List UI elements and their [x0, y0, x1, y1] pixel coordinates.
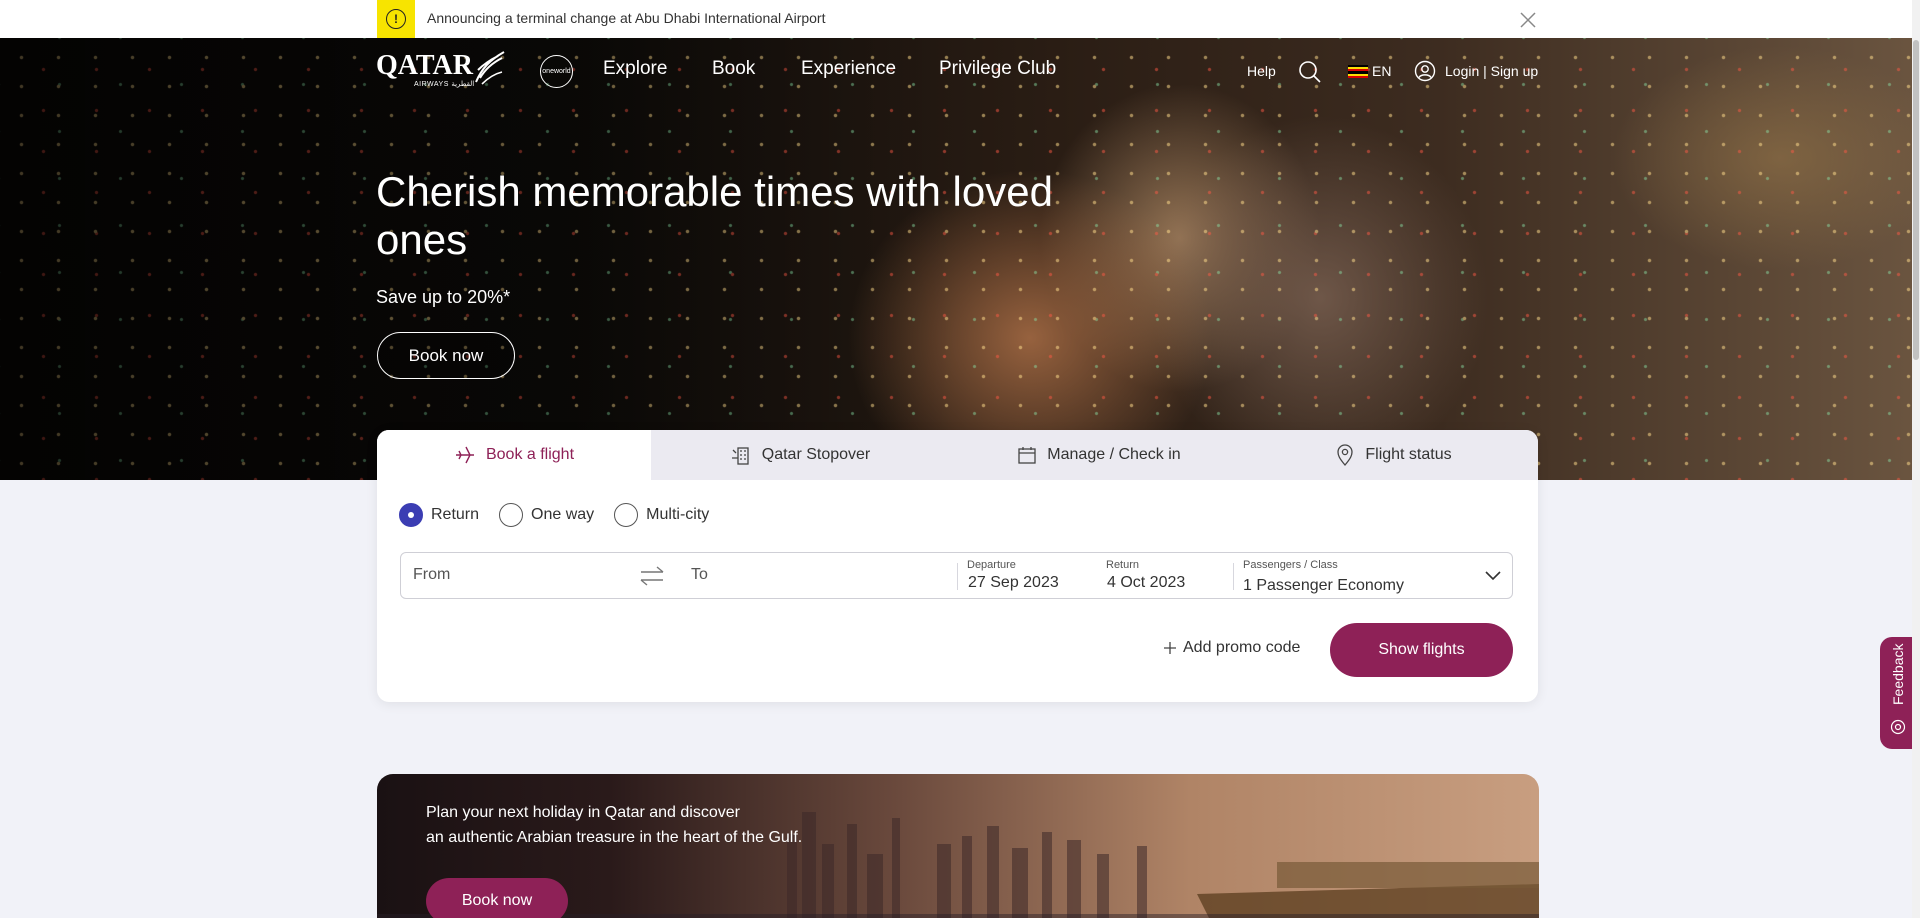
flight-search-box: From To Departure 27 Sep 2023 Return 4 O…	[400, 552, 1513, 599]
nav-book[interactable]: Book	[712, 58, 755, 80]
radio-one-way[interactable]: One way	[499, 503, 594, 527]
oryx-logo-icon	[475, 51, 505, 85]
scrollbar-thumb[interactable]	[1913, 40, 1919, 360]
departure-label: Departure	[967, 559, 1016, 571]
radio-multi-city[interactable]: Multi-city	[614, 503, 709, 527]
banner-book-now-button[interactable]: Book now	[426, 878, 568, 918]
close-icon[interactable]	[1518, 10, 1538, 30]
to-input[interactable]: To	[691, 566, 708, 584]
hero-title: Cherish memorable times with loved ones	[376, 168, 1053, 263]
calendar-icon	[1018, 447, 1036, 464]
feedback-icon	[1890, 719, 1906, 735]
hotel-icon	[731, 447, 749, 465]
return-label: Return	[1106, 559, 1140, 571]
location-pin-icon	[1337, 444, 1354, 466]
user-icon[interactable]	[1414, 60, 1436, 82]
chevron-down-icon[interactable]	[1484, 566, 1502, 584]
passengers-class-value[interactable]: 1 Passenger Economy	[1243, 577, 1404, 595]
tab-qatar-stopover[interactable]: Qatar Stopover	[651, 430, 949, 480]
swap-icon[interactable]	[639, 564, 665, 588]
feedback-tab[interactable]: Feedback	[1880, 637, 1916, 749]
uganda-flag-icon[interactable]	[1348, 65, 1368, 78]
alert-text[interactable]: Announcing a terminal change at Abu Dhab…	[427, 10, 826, 26]
tab-manage-check-in[interactable]: Manage / Check in	[949, 430, 1249, 480]
passengers-label: Passengers / Class	[1243, 559, 1338, 571]
nav-explore[interactable]: Explore	[603, 58, 667, 80]
tab-flight-status[interactable]: Flight status	[1249, 430, 1538, 480]
feedback-label: Feedback	[1890, 643, 1906, 705]
trip-type-group: Return One way Multi-city	[399, 503, 709, 527]
oneworld-logo[interactable]: oneworld	[540, 55, 573, 88]
banner-text: Plan your next holiday in Qatar and disc…	[426, 804, 803, 846]
tab-book-a-flight[interactable]: Book a flight	[377, 430, 651, 480]
booking-widget: Book a flight Qatar Stopover Manage / Ch…	[377, 430, 1538, 702]
from-input[interactable]: From	[413, 566, 450, 584]
departure-date[interactable]: 27 Sep 2023	[968, 574, 1059, 592]
return-date[interactable]: 4 Oct 2023	[1107, 574, 1185, 592]
plane-icon	[455, 446, 474, 464]
hero-book-now-button[interactable]: Book now	[377, 332, 515, 379]
nav-privilege-club[interactable]: Privilege Club	[939, 58, 1056, 80]
warning-icon: !	[386, 9, 406, 29]
booking-tabs: Book a flight Qatar Stopover Manage / Ch…	[377, 430, 1538, 480]
qatar-airways-logo[interactable]: QATAR AIRWAYS القطرية	[376, 51, 505, 88]
nav-experience[interactable]: Experience	[801, 58, 896, 80]
hero-banner: QATAR AIRWAYS القطرية oneworld Explore B…	[0, 38, 1920, 480]
qatar-holiday-banner: Plan your next holiday in Qatar and disc…	[377, 774, 1539, 918]
search-icon[interactable]	[1298, 60, 1322, 84]
alert-bar: ! Announcing a terminal change at Abu Dh…	[0, 0, 1920, 38]
login-signup-link[interactable]: Login | Sign up	[1445, 63, 1538, 79]
plus-icon	[1164, 642, 1176, 654]
hero-subtitle: Save up to 20%*	[376, 287, 511, 307]
alert-icon-box: !	[377, 0, 415, 38]
add-promo-code-link[interactable]: Add promo code	[1163, 639, 1300, 657]
language-selector[interactable]: EN	[1372, 63, 1391, 79]
help-link[interactable]: Help	[1247, 63, 1276, 79]
radio-return[interactable]: Return	[399, 503, 479, 527]
show-flights-button[interactable]: Show flights	[1330, 623, 1513, 677]
